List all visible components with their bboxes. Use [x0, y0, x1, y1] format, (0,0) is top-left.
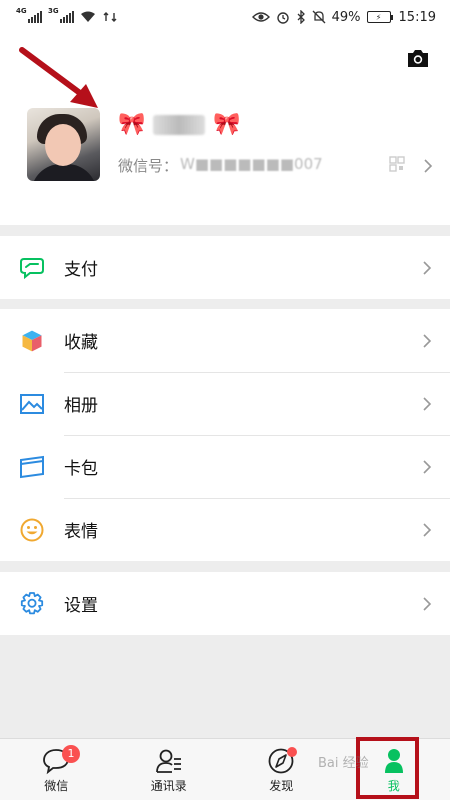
battery-percent: 49%: [331, 9, 361, 25]
status-left: 4G 3G: [16, 7, 118, 23]
nickname: 🎀 🎀: [118, 112, 241, 137]
menu-item-cards[interactable]: 卡包: [0, 435, 450, 498]
menu-group-pay: 支付: [0, 236, 450, 299]
avatar[interactable]: [27, 108, 100, 181]
menu-group-settings: 设置: [0, 572, 450, 635]
chevron-right-icon: [423, 597, 432, 611]
status-right: 49% ⚡ 15:19: [251, 9, 436, 25]
wechat-id: 微信号： W■■■■■■■007: [118, 155, 323, 176]
status-bar: 4G 3G 49% ⚡ 15:19: [0, 0, 450, 34]
menu-item-pay[interactable]: 支付: [0, 236, 450, 299]
eye-icon: [251, 12, 270, 22]
bluetooth-icon: [297, 10, 305, 24]
bow-emoji: 🎀: [118, 112, 146, 137]
menu-item-favorites[interactable]: 收藏: [0, 309, 450, 372]
mute-bell-icon: [312, 10, 326, 24]
wechat-id-value: W■■■■■■■007: [180, 155, 323, 173]
gear-icon: [20, 591, 44, 614]
favorites-cube-icon: [21, 328, 43, 353]
tab-chats[interactable]: 1 微信: [0, 739, 113, 800]
chevron-right-icon: [423, 523, 432, 537]
tab-label-me: 我: [387, 779, 400, 793]
battery-icon: ⚡: [366, 11, 393, 23]
tab-label-chats: 微信: [44, 779, 69, 793]
data-transfer-icon: [103, 12, 117, 22]
annotation-arrow-icon: [19, 47, 98, 108]
alarm-icon: [276, 12, 289, 24]
wallet-icon: [20, 257, 44, 279]
picture-icon: [20, 393, 44, 414]
menu-label-stickers: 表情: [64, 522, 98, 542]
bow-emoji: 🎀: [213, 112, 241, 137]
bottom-tab-bar: 1 微信 通讯录 发现 我: [0, 738, 450, 800]
wechat-id-label: 微信号：: [118, 157, 179, 175]
unread-badge: 1: [62, 745, 80, 763]
signal-icon: 4G: [16, 7, 42, 23]
menu-label-cards: 卡包: [64, 459, 98, 479]
chevron-right-icon: [423, 261, 432, 275]
signal-icon: 3G: [48, 7, 74, 23]
qr-code-icon[interactable]: [389, 156, 405, 172]
new-item-dot: [287, 747, 297, 757]
chevron-right-icon: [424, 159, 433, 173]
chevron-right-icon: [423, 397, 432, 411]
camera-icon[interactable]: [406, 48, 430, 68]
menu-item-stickers[interactable]: 表情: [0, 498, 450, 561]
menu-label-pay: 支付: [64, 260, 98, 280]
chevron-right-icon: [423, 460, 432, 474]
clock-time: 15:19: [398, 9, 436, 25]
tab-label-discover: 发现: [269, 779, 294, 793]
network-type-label: 4G: [16, 7, 27, 15]
contacts-icon: [155, 749, 181, 773]
smiley-icon: [20, 518, 44, 541]
tab-contacts[interactable]: 通讯录: [113, 739, 226, 800]
menu-label-settings: 设置: [64, 596, 98, 616]
network-type-label: 3G: [48, 7, 59, 15]
chevron-right-icon: [423, 334, 432, 348]
menu-item-settings[interactable]: 设置: [0, 572, 450, 635]
menu-label-album: 相册: [64, 396, 98, 416]
tab-discover[interactable]: 发现: [225, 739, 338, 800]
nickname-redacted: [153, 114, 206, 135]
wifi-icon: [81, 11, 95, 22]
tab-me[interactable]: 我: [338, 739, 450, 800]
person-icon: [384, 749, 403, 773]
tab-label-contacts: 通讯录: [150, 779, 187, 793]
menu-item-album[interactable]: 相册: [0, 372, 450, 435]
profile-header[interactable]: 🎀 🎀 微信号： W■■■■■■■007: [0, 34, 450, 225]
menu-group-main: 收藏 相册 卡包 表情: [0, 309, 450, 561]
card-wallet-icon: [20, 455, 44, 478]
menu-label-favorites: 收藏: [64, 333, 98, 353]
